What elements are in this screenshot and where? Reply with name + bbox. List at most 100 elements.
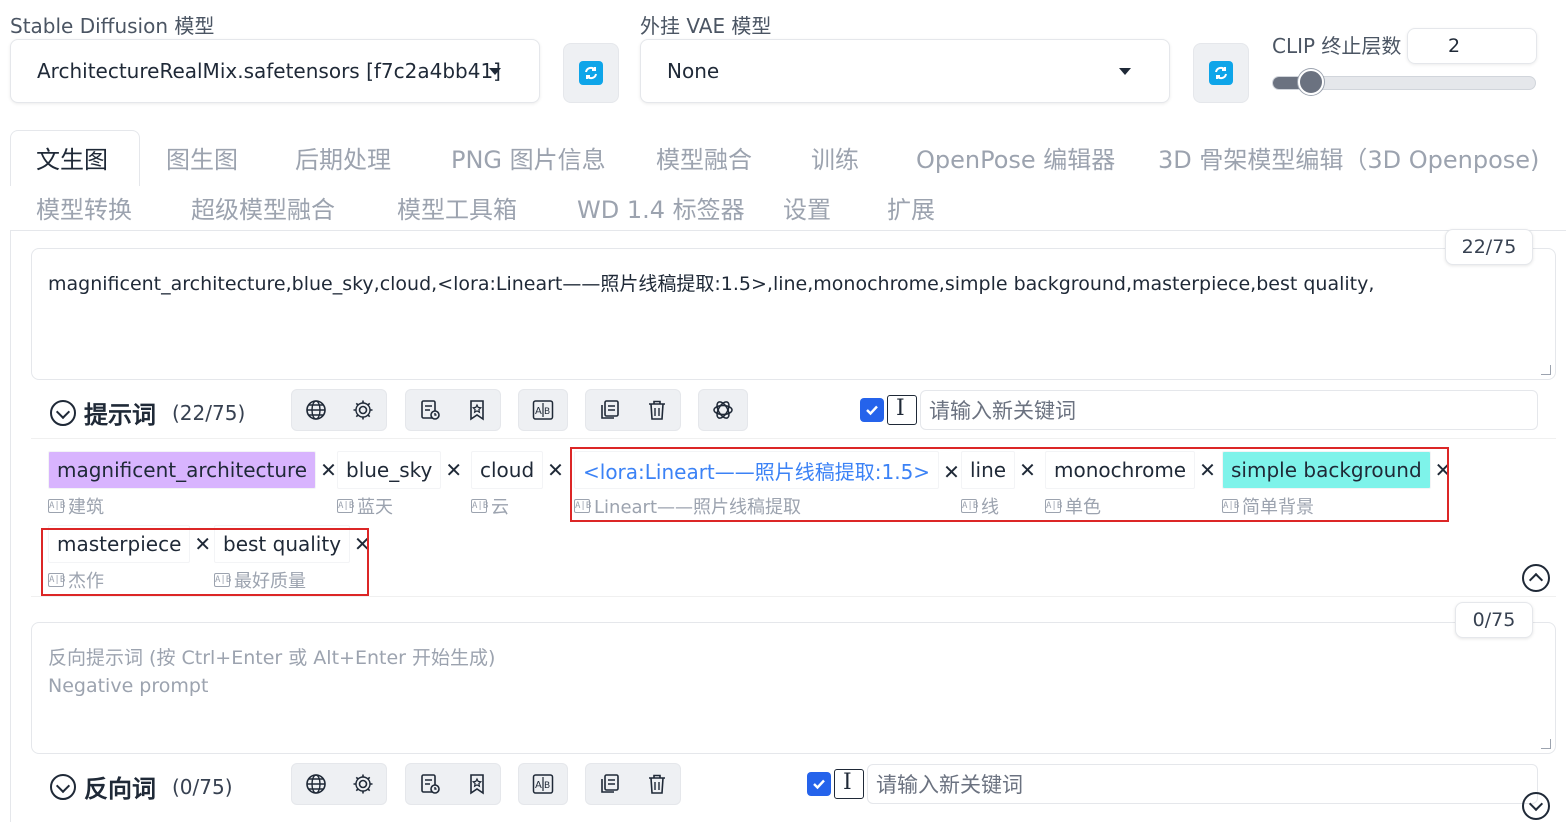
clear-button[interactable] [633, 763, 680, 805]
trash-icon [648, 774, 665, 794]
globe-icon [305, 774, 326, 794]
copy-icon [600, 774, 619, 793]
expand-tags-icon[interactable] [1522, 792, 1550, 820]
tab-extensions[interactable]: 扩展 [887, 190, 935, 225]
clear-button[interactable] [633, 389, 680, 431]
tab-train[interactable]: 训练 [811, 140, 859, 175]
negative-placeholder-line2: Negative prompt [48, 675, 209, 697]
sd-model-value: ArchitectureRealMix.safetensors [f7c2a4b… [37, 59, 501, 83]
close-icon[interactable]: ✕ [445, 458, 462, 482]
vae-dropdown[interactable]: None [640, 39, 1170, 103]
svg-text:A: A [535, 406, 542, 417]
gear-icon [353, 774, 372, 794]
translate-button[interactable]: AB [519, 763, 566, 805]
trash-icon [648, 400, 665, 420]
settings-button[interactable] [339, 763, 386, 805]
tag-translation: A|B 蓝天 [337, 497, 393, 518]
tab-toolkit[interactable]: 模型工具箱 [397, 190, 517, 225]
prompt-tag[interactable]: cloud ✕ A|B 云 [471, 451, 564, 518]
tag-label[interactable]: magnificent_architecture [48, 451, 317, 489]
negative-prompt-textarea[interactable]: 反向提示词 (按 Ctrl+Enter 或 Alt+Enter 开始生成) Ne… [31, 622, 1556, 754]
vae-label: 外挂 VAE 模型 [640, 14, 772, 38]
negative-keyword-input[interactable]: 请输入新关键词 [867, 764, 1538, 804]
translate-all-button[interactable] [292, 389, 339, 431]
copy-icon [600, 400, 619, 419]
translate-button[interactable]: AB [519, 389, 566, 431]
svg-text:B: B [544, 781, 550, 791]
settings-button[interactable] [339, 389, 386, 431]
keyword-enable-checkbox[interactable] [807, 772, 831, 796]
prompt-tag[interactable]: magnificent_architecture ✕ A|B 建筑 [48, 451, 337, 518]
translate-icon: A|B [471, 499, 489, 513]
divider [31, 596, 1556, 597]
copy-button[interactable] [586, 763, 633, 805]
globe-icon [305, 400, 326, 420]
toolbar-group-3: AB [518, 763, 568, 805]
checkbox-icon [813, 779, 825, 790]
history-button[interactable] [406, 763, 453, 805]
prompt-tag[interactable]: blue_sky ✕ A|B 蓝天 [337, 451, 462, 518]
negative-toolbar: AB 请输入新关键词 [0, 763, 1566, 805]
translate-icon: AB [532, 774, 553, 794]
copy-button[interactable] [586, 389, 633, 431]
tag-label[interactable]: cloud [471, 451, 544, 489]
positive-prompt-textarea[interactable]: magnificent_architecture,blue_sky,cloud,… [31, 248, 1556, 380]
toolbar-group-2 [405, 763, 501, 805]
divider [31, 438, 1556, 439]
negative-token-counter: 0/75 [1455, 602, 1533, 638]
negative-keyword-placeholder: 请输入新关键词 [876, 773, 1023, 797]
close-icon[interactable]: ✕ [547, 458, 564, 482]
resize-handle-icon[interactable] [1541, 739, 1551, 749]
svg-text:A: A [535, 780, 542, 791]
tag-label[interactable]: blue_sky [337, 451, 442, 489]
tab-txt2img[interactable]: 文生图 [36, 140, 108, 175]
positive-prompt-text: magnificent_architecture,blue_sky,cloud,… [48, 273, 1375, 295]
close-icon[interactable]: ✕ [320, 458, 337, 482]
sd-model-label: Stable Diffusion 模型 [10, 14, 215, 38]
favorites-button[interactable] [453, 763, 500, 805]
tab-settings[interactable]: 设置 [783, 190, 831, 225]
positive-token-counter: 22/75 [1445, 229, 1533, 265]
checkbox-icon [866, 405, 878, 416]
toolbar-group-4 [585, 763, 681, 805]
tab-extras[interactable]: 后期处理 [295, 140, 391, 175]
gear-icon [353, 400, 372, 420]
toolbar-group-1 [291, 389, 387, 431]
tab-img2img[interactable]: 图生图 [166, 140, 238, 175]
clipboard-history-icon [420, 774, 440, 794]
positive-toolbar: AB 请输入新关键词 [0, 389, 1566, 431]
clip-slider-thumb[interactable] [1297, 69, 1324, 95]
resize-handle-icon[interactable] [1541, 365, 1551, 375]
tab-wd-tagger[interactable]: WD 1.4 标签器 [577, 190, 745, 225]
refresh-icon [579, 61, 603, 85]
tab-merge[interactable]: 模型融合 [656, 140, 752, 175]
tab-super-merge[interactable]: 超级模型融合 [191, 190, 335, 225]
text-cursor-icon [887, 395, 917, 425]
sd-model-dropdown[interactable]: ArchitectureRealMix.safetensors [f7c2a4b… [10, 39, 540, 103]
tab-3d-openpose[interactable]: 3D 骨架模型编辑（3D Openpose) [1158, 140, 1539, 175]
refresh-icon [1209, 61, 1233, 85]
clipboard-history-icon [420, 400, 440, 420]
favorites-button[interactable] [453, 389, 500, 431]
toolbar-group-1 [291, 763, 387, 805]
tab-png-info[interactable]: PNG 图片信息 [451, 140, 606, 175]
history-button[interactable] [406, 389, 453, 431]
positive-keyword-input[interactable]: 请输入新关键词 [920, 390, 1538, 430]
chatgpt-button[interactable] [699, 389, 746, 431]
toolbar-group-3: AB [518, 389, 568, 431]
chevron-down-icon [1119, 68, 1131, 75]
vae-refresh-button[interactable] [1193, 43, 1249, 103]
positive-keyword-placeholder: 请输入新关键词 [929, 399, 1076, 423]
toolbar-group-5 [698, 389, 748, 431]
sd-refresh-button[interactable] [563, 43, 619, 103]
clip-number-input[interactable]: 2 [1407, 28, 1537, 64]
tag-translation: A|B 云 [471, 497, 509, 518]
translate-icon: AB [532, 400, 553, 420]
collapse-tags-icon[interactable] [1522, 564, 1550, 592]
translate-icon: A|B [337, 499, 355, 513]
keyword-enable-checkbox[interactable] [860, 398, 884, 422]
translate-all-button[interactable] [292, 763, 339, 805]
tab-convert[interactable]: 模型转换 [36, 190, 132, 225]
clip-label: CLIP 终止层数 [1272, 34, 1402, 58]
tab-openpose[interactable]: OpenPose 编辑器 [916, 140, 1115, 175]
